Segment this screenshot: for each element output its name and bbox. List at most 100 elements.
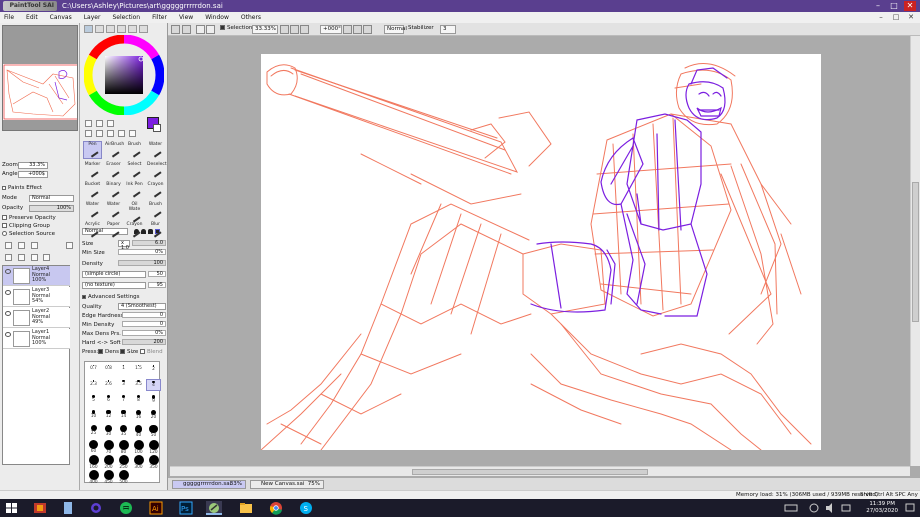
invert-icon[interactable] <box>206 25 215 34</box>
maximize-button[interactable]: □ <box>888 1 900 11</box>
paints-effect-header[interactable]: Paints Effect <box>2 185 78 192</box>
chrome-icon[interactable] <box>268 501 284 515</box>
new-linework-layer-icon[interactable] <box>18 242 25 249</box>
brush-tool-crayon[interactable]: Crayon <box>146 181 165 199</box>
zoom-fit-icon[interactable] <box>300 25 309 34</box>
keyboard-icon[interactable] <box>784 501 798 515</box>
blend-mode-select[interactable]: Normal <box>384 25 407 34</box>
brush-tool-eraser[interactable]: Eraser <box>104 161 123 179</box>
windows-start-icon[interactable] <box>4 501 20 515</box>
brush-size-preset[interactable]: 200 <box>101 454 116 470</box>
clear-layer-icon[interactable] <box>31 254 38 261</box>
horizontal-scroll-thumb[interactable] <box>412 469 648 475</box>
brush-size-preset[interactable]: 30 <box>101 424 116 437</box>
layer-panel-toggle-icon[interactable] <box>66 242 73 249</box>
browser-app-icon[interactable] <box>88 501 104 515</box>
brush-tool-binary[interactable]: Binary <box>104 181 123 199</box>
brush-tool-paper[interactable]: Paper <box>104 221 123 239</box>
brush-tool-water-2[interactable]: Water <box>83 201 102 219</box>
rotate-left-icon[interactable] <box>343 25 352 34</box>
scratchpad-tab-icon[interactable] <box>128 25 137 33</box>
zoom-icon[interactable] <box>96 130 103 137</box>
illustrator-icon[interactable]: Ai <box>148 501 164 515</box>
doc-close-button[interactable]: ✕ <box>906 13 916 22</box>
brush-size-preset[interactable]: 25 <box>86 424 101 436</box>
brush-tool-brush[interactable]: Brush <box>125 141 144 159</box>
brush-size-preset[interactable]: 8 <box>131 394 146 406</box>
pressure-density-checkbox[interactable] <box>98 349 103 354</box>
zoom-field[interactable]: 33.33% <box>252 25 278 34</box>
min-density-slider[interactable]: 0 <box>122 321 166 327</box>
vertical-scrollbar[interactable] <box>910 36 920 466</box>
vertical-scroll-thumb[interactable] <box>912 182 919 322</box>
brush-size-preset[interactable]: 2 <box>146 364 161 376</box>
spotify-icon[interactable] <box>118 501 134 515</box>
color-wheel-tab-icon[interactable] <box>84 25 93 33</box>
canvas-area[interactable] <box>170 36 910 466</box>
brush-size-preset[interactable]: 3.5 <box>131 379 146 391</box>
layer-item[interactable]: Layer3 Normal 54% <box>3 287 70 307</box>
pressure-size-toggle[interactable]: Size <box>120 348 138 356</box>
menu-selection[interactable]: Selection <box>112 14 140 21</box>
size-multiplier[interactable]: x 1.0 <box>118 240 130 251</box>
brush-texture-select[interactable]: (no texture) <box>82 282 146 289</box>
brush-size-preset[interactable]: 1 <box>116 364 131 376</box>
visibility-eye-icon[interactable] <box>5 311 11 316</box>
preserve-opacity-toggle[interactable]: Preserve Opacity <box>2 215 78 222</box>
brush-size-preset[interactable]: 50 <box>146 424 161 438</box>
pressure-blend-checkbox[interactable] <box>140 349 145 354</box>
stabilizer-select[interactable]: 3 <box>440 25 456 34</box>
nav-zoom-field[interactable]: 33.3% <box>18 162 48 169</box>
selection-source-checkbox[interactable] <box>2 231 7 236</box>
layer-item[interactable]: Layer2 Normal 49% <box>3 308 70 328</box>
navigator-thumbnail[interactable] <box>3 64 77 120</box>
brush-size-preset[interactable]: 160 <box>86 454 101 470</box>
magic-wand-icon[interactable] <box>107 120 114 127</box>
brush-tool-pen[interactable]: Pen <box>83 141 102 159</box>
brush-size-preset[interactable]: 35 <box>116 424 131 437</box>
hard-soft-slider[interactable]: 200 <box>122 339 166 345</box>
size-slider[interactable]: 6.0 <box>132 240 166 246</box>
doc-tab[interactable]: gggggrrrrrdon.sai 33% <box>172 480 246 489</box>
max-dens-slider[interactable]: 0% <box>122 330 166 336</box>
selection-toggle[interactable]: Selection <box>218 25 254 34</box>
pressure-size-checkbox[interactable] <box>120 349 125 354</box>
notifications-icon[interactable] <box>904 501 916 515</box>
file-explorer-icon[interactable] <box>238 501 254 515</box>
brush-size-preset[interactable]: 350 <box>146 454 161 470</box>
density-slider[interactable]: 100 <box>118 260 166 266</box>
brush-size-preset[interactable]: 12 <box>101 409 116 421</box>
menu-edit[interactable]: Edit <box>26 14 38 21</box>
brush-tool-crayon-2[interactable]: Crayon <box>125 221 144 239</box>
visibility-eye-icon[interactable] <box>5 332 11 337</box>
brush-size-preset[interactable]: 16 <box>131 409 146 421</box>
advanced-settings-toggle[interactable]: Advanced Settings <box>82 293 166 301</box>
menu-others[interactable]: Others <box>241 14 261 21</box>
color-mixer-tab-icon[interactable] <box>139 25 148 33</box>
brush-tool-airbrush[interactable]: AirBrush <box>104 141 124 159</box>
brush-tool-brush-2[interactable]: Brush <box>146 201 165 219</box>
visibility-eye-icon[interactable] <box>5 269 11 274</box>
deselect-icon[interactable] <box>196 25 205 34</box>
move-icon[interactable] <box>85 130 92 137</box>
network-icon[interactable] <box>808 501 820 515</box>
layer-item[interactable]: Layer4 Normal 100% <box>3 266 70 286</box>
brush-size-preset[interactable]: 20 <box>146 409 161 421</box>
photos-app-icon[interactable] <box>32 501 48 515</box>
brush-size-preset[interactable]: 100 <box>131 439 146 455</box>
hand-icon[interactable] <box>118 130 125 137</box>
brush-size-preset[interactable]: 3 <box>116 379 131 391</box>
pressure-blend-toggle[interactable]: Blend <box>140 348 163 356</box>
horizontal-scrollbar[interactable] <box>170 466 910 476</box>
doc-maximize-button[interactable]: □ <box>891 13 901 22</box>
zoom-in-icon[interactable] <box>290 25 299 34</box>
navigator[interactable] <box>2 25 78 131</box>
visibility-eye-icon[interactable] <box>5 290 11 295</box>
paint-tool-sai-icon[interactable] <box>206 501 222 515</box>
rgb-slider-tab-icon[interactable] <box>95 25 104 33</box>
merge-down-icon[interactable] <box>18 254 25 261</box>
eyedropper-icon[interactable] <box>129 130 136 137</box>
brush-size-preset[interactable]: 60 <box>86 439 101 454</box>
drawing-canvas[interactable] <box>260 54 821 451</box>
brush-tool-blur[interactable]: Blur <box>146 221 165 239</box>
